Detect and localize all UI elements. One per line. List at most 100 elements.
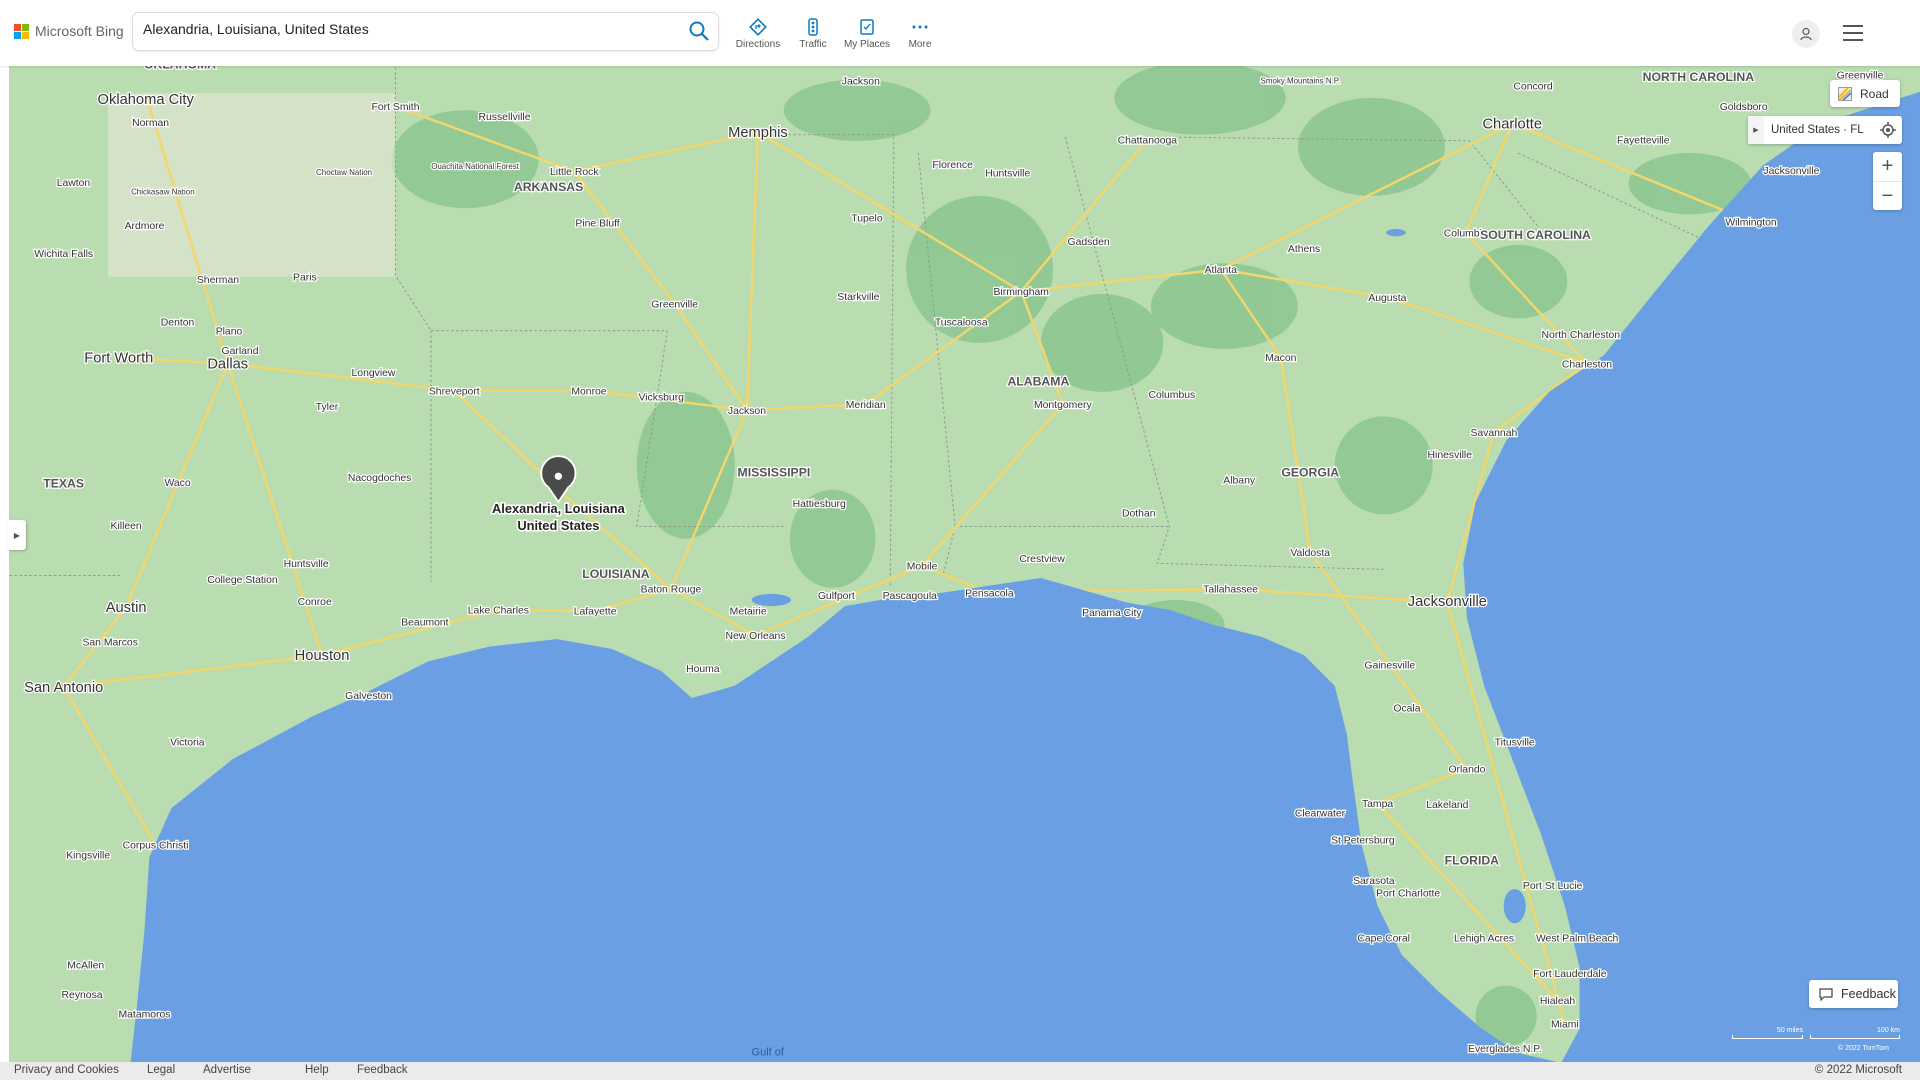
map-label-port-st-lucie[interactable]: Port St Lucie — [1522, 880, 1584, 893]
zoom-out-button[interactable]: − — [1873, 181, 1902, 210]
map-label-smoky-mountains-n-p-[interactable]: Smoky Mountains N.P. — [1259, 75, 1341, 86]
map-label-columbus[interactable]: Columbus — [1147, 389, 1196, 402]
map-label-dallas[interactable]: Dallas — [206, 355, 249, 373]
map-label-little-rock[interactable]: Little Rock — [549, 166, 601, 179]
map-label-gainesville[interactable]: Gainesville — [1363, 659, 1416, 672]
map-label-panama-city[interactable]: Panama City — [1081, 607, 1144, 620]
map-label-san-antonio[interactable]: San Antonio — [23, 679, 105, 697]
map-label-metairie[interactable]: Metairie — [728, 605, 768, 618]
map-label-reynosa[interactable]: Reynosa — [60, 989, 104, 1002]
map-label-baton-rouge[interactable]: Baton Rouge — [639, 583, 702, 596]
map-label-san-marcos[interactable]: San Marcos — [81, 636, 139, 649]
map-label-west-palm-beach[interactable]: West Palm Beach — [1535, 932, 1620, 945]
map-canvas[interactable]: OKLAHOMAOklahoma CityNormanLawtonChickas… — [0, 0, 1920, 1080]
map-label-houma[interactable]: Houma — [685, 663, 721, 676]
map-label-gulfport[interactable]: Gulfport — [817, 590, 857, 603]
map-label-lakeland[interactable]: Lakeland — [1425, 799, 1470, 812]
map-label-monroe[interactable]: Monroe — [570, 385, 608, 398]
map-label-arkansas[interactable]: ARKANSAS — [513, 179, 585, 195]
map-label-atlanta[interactable]: Atlanta — [1203, 264, 1238, 277]
privacy-link[interactable]: Privacy and Cookies — [14, 1064, 119, 1076]
map-label-alabama[interactable]: ALABAMA — [1006, 373, 1070, 389]
map-label-fort-worth[interactable]: Fort Worth — [83, 349, 155, 367]
map-label-goldsboro[interactable]: Goldsboro — [1718, 101, 1769, 114]
map-label-ardmore[interactable]: Ardmore — [123, 220, 166, 233]
map-label-mcallen[interactable]: McAllen — [66, 959, 106, 972]
map-label-augusta[interactable]: Augusta — [1367, 292, 1408, 305]
bing-logo[interactable]: Microsoft Bing — [14, 23, 124, 39]
zoom-in-button[interactable]: + — [1873, 152, 1902, 181]
map-label-athens[interactable]: Athens — [1287, 243, 1322, 256]
map-label-port-charlotte[interactable]: Port Charlotte — [1375, 887, 1442, 900]
expand-location-icon[interactable]: ▶ — [1748, 116, 1764, 144]
map-label-college-station[interactable]: College Station — [206, 574, 279, 587]
map-label-concord[interactable]: Concord — [1512, 80, 1554, 93]
map-label-wichita-falls[interactable]: Wichita Falls — [33, 248, 94, 261]
map-label-albany[interactable]: Albany — [1222, 474, 1257, 487]
map-label-jackson[interactable]: Jackson — [727, 405, 768, 418]
map-label-charlotte[interactable]: Charlotte — [1481, 115, 1543, 133]
help-link[interactable]: Help — [305, 1064, 329, 1076]
legal-link[interactable]: Legal — [147, 1064, 175, 1076]
advertise-link[interactable]: Advertise — [203, 1064, 251, 1076]
map-label-houston[interactable]: Houston — [293, 647, 350, 665]
map-label-conroe[interactable]: Conroe — [296, 596, 333, 609]
map-label-corpus-christi[interactable]: Corpus Christi — [121, 839, 189, 852]
map-label-tampa[interactable]: Tampa — [1361, 798, 1395, 811]
map-label-miami[interactable]: Miami — [1550, 1018, 1580, 1031]
map-label-fort-lauderdale[interactable]: Fort Lauderdale — [1532, 968, 1608, 981]
map-label-chattanooga[interactable]: Chattanooga — [1116, 134, 1178, 147]
map-label-st-petersburg[interactable]: St Petersburg — [1330, 834, 1396, 847]
map-label-killeen[interactable]: Killeen — [109, 520, 143, 533]
map-label-crestview[interactable]: Crestview — [1018, 553, 1067, 566]
map-label-florence[interactable]: Florence — [931, 159, 974, 172]
map-label-paris[interactable]: Paris — [292, 271, 318, 284]
map-label-louisiana[interactable]: LOUISIANA — [581, 566, 651, 582]
map-label-mississippi[interactable]: MISSISSIPPI — [736, 464, 811, 480]
map-label-tuscaloosa[interactable]: Tuscaloosa — [934, 316, 989, 329]
map-label-lehigh-acres[interactable]: Lehigh Acres — [1453, 932, 1516, 945]
menu-hamburger-icon[interactable] — [1843, 25, 1863, 41]
map-label-victoria[interactable]: Victoria — [169, 736, 206, 749]
map-label-tallahassee[interactable]: Tallahassee — [1202, 583, 1260, 596]
map-style-button[interactable]: Road — [1830, 80, 1900, 107]
map-label-macon[interactable]: Macon — [1264, 352, 1298, 365]
map-label-south-carolina[interactable]: SOUTH CAROLINA — [1479, 227, 1592, 243]
map-label-tyler[interactable]: Tyler — [314, 401, 340, 414]
locate-me-button[interactable] — [1874, 116, 1902, 144]
map-label-jacksonville[interactable]: Jacksonville — [1762, 165, 1821, 178]
map-label-hattiesburg[interactable]: Hattiesburg — [791, 498, 847, 511]
my-places-button[interactable]: My Places — [840, 18, 894, 50]
map-label-garland[interactable]: Garland — [220, 345, 260, 358]
map-label-lafayette[interactable]: Lafayette — [573, 605, 618, 618]
map-label-hialeah[interactable]: Hialeah — [1539, 995, 1577, 1008]
map-label-nacogdoches[interactable]: Nacogdoches — [347, 472, 413, 485]
map-label-oklahoma-city[interactable]: Oklahoma City — [96, 91, 195, 109]
map-label-ouachita-national-forest[interactable]: Ouachita National Forest — [430, 161, 521, 172]
map-label-dothan[interactable]: Dothan — [1121, 508, 1157, 521]
map-label-huntsville[interactable]: Huntsville — [984, 167, 1032, 180]
map-label-russellville[interactable]: Russellville — [477, 111, 532, 124]
map-label-sherman[interactable]: Sherman — [196, 274, 241, 287]
map-label-texas[interactable]: TEXAS — [42, 475, 85, 491]
map-label-memphis[interactable]: Memphis — [727, 124, 789, 142]
map-label-longview[interactable]: Longview — [350, 367, 397, 380]
map-label-orlando[interactable]: Orlando — [1447, 763, 1487, 776]
map-label-gulf-of[interactable]: Gulf of — [752, 1047, 785, 1059]
map-label-north-charleston[interactable]: North Charleston — [1540, 329, 1621, 342]
search-input[interactable] — [143, 21, 663, 37]
footer-feedback-link[interactable]: Feedback — [357, 1064, 408, 1076]
map-label-pensacola[interactable]: Pensacola — [964, 587, 1015, 600]
map-label-lawton[interactable]: Lawton — [55, 177, 91, 190]
map-label-plano[interactable]: Plano — [214, 325, 243, 338]
traffic-button[interactable]: Traffic — [786, 18, 840, 50]
map-label-ocala[interactable]: Ocala — [1392, 702, 1422, 715]
map-label-huntsville[interactable]: Huntsville — [282, 558, 330, 571]
map-label-everglades-n-p-[interactable]: Everglades N.P. — [1467, 1043, 1543, 1056]
map-label-clearwater[interactable]: Clearwater — [1294, 808, 1347, 821]
map-label-vicksburg[interactable]: Vicksburg — [637, 391, 685, 404]
map-label-chickasaw-nation[interactable]: Chickasaw Nation — [130, 186, 196, 197]
map-label-fort-smith[interactable]: Fort Smith — [370, 101, 421, 114]
account-button[interactable] — [1792, 20, 1820, 48]
map-label-tupelo[interactable]: Tupelo — [850, 212, 884, 225]
